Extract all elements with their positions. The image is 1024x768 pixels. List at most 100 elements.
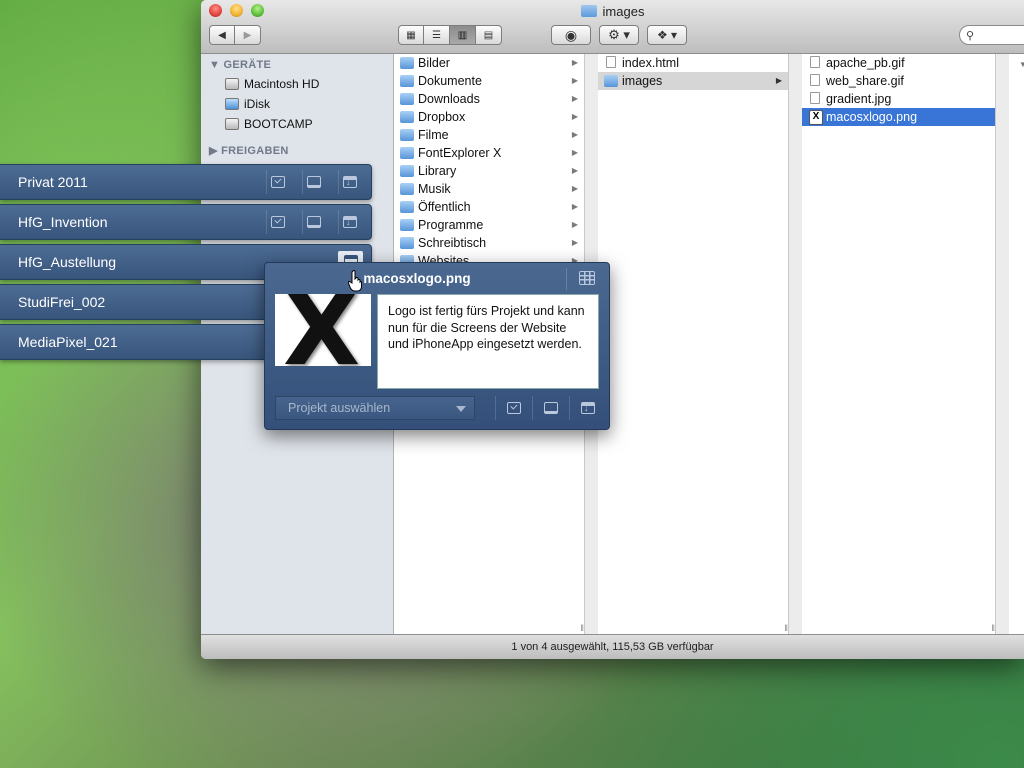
project-label: StudiFrei_002 [18, 294, 106, 310]
chevron-down-icon [456, 406, 466, 412]
list-item[interactable]: Musik ▶ [394, 180, 584, 198]
item-label: Programme [418, 218, 484, 232]
list-item[interactable]: Dokumente ▶ [394, 72, 584, 90]
status-text: 1 von 4 ausgewählt, 115,53 GB verfügbar [511, 641, 714, 653]
monitor-icon [544, 402, 558, 414]
sidebar-item-macintosh-hd[interactable]: Macintosh HD [225, 77, 319, 91]
download-icon [343, 216, 357, 228]
icon-view-button[interactable]: ▦ [398, 25, 424, 45]
list-view-button[interactable]: ☰ [424, 25, 450, 45]
disclosure-arrow-icon: ▶ [571, 112, 578, 121]
file-thumbnail: X [275, 294, 371, 366]
disclosure-arrow-icon: ▶ [571, 184, 578, 193]
dropbox-icon: ❖ ▾ [656, 28, 678, 42]
grid-icon[interactable] [579, 271, 595, 285]
sidebar-section-devices[interactable]: ▼ GERÄTE [209, 59, 271, 71]
folder-icon [400, 75, 414, 87]
quicklook-eye-icon: ◉ [564, 26, 578, 43]
list-item[interactable]: Downloads ▶ [394, 90, 584, 108]
project-item-hfg-invention[interactable]: HfG_Invention [0, 204, 372, 240]
disclosure-arrow-icon: ▶ [775, 76, 782, 85]
list-item[interactable]: Library ▶ [394, 162, 584, 180]
list-item[interactable]: web_share.gif [802, 72, 995, 90]
forward-icon: ▶ [243, 29, 252, 41]
project-monitor-button[interactable] [302, 210, 325, 234]
list-item[interactable]: FontExplorer X ▶ [394, 144, 584, 162]
disclosure-arrow-icon: ▶ [571, 148, 578, 157]
project-download-button[interactable] [338, 210, 361, 234]
list-item[interactable]: images ▶ [598, 72, 788, 90]
column-resize-handle[interactable]: ǁ [580, 623, 584, 633]
sidebar-section-label: FREIGABEN [221, 145, 289, 157]
popup-monitor-button[interactable] [532, 396, 569, 420]
project-select[interactable]: Projekt auswählen [275, 396, 475, 420]
project-item-privat-2011[interactable]: Privat 2011 [0, 164, 372, 200]
list-item[interactable]: Filme ▶ [394, 126, 584, 144]
download-icon [581, 402, 595, 414]
file-info-popup: macosxlogo.png X Logo ist fertig fürs Pr… [264, 262, 610, 430]
folder-icon [400, 147, 414, 159]
folder-icon [400, 219, 414, 231]
list-item[interactable]: apache_pb.gif [802, 54, 995, 72]
sidebar-item-label: iDisk [244, 97, 270, 111]
item-label: images [622, 74, 663, 88]
action-menu-button[interactable]: ⚙ ▾ [599, 25, 639, 45]
item-label: Öffentlich [418, 200, 471, 214]
column-images: apache_pb.gif web_share.gif gradient.jpg… [802, 54, 996, 635]
list-item[interactable]: Dropbox ▶ [394, 108, 584, 126]
list-item[interactable]: Xmacosxlogo.png [802, 108, 995, 126]
dropbox-menu-button[interactable]: ❖ ▾ [647, 25, 687, 45]
popup-divider [566, 268, 567, 290]
project-monitor-button[interactable] [302, 170, 325, 194]
popup-check-button[interactable] [495, 396, 532, 420]
sidebar-section-shared[interactable]: ▶ FREIGABEN [209, 144, 289, 157]
item-label: Filme [418, 128, 449, 142]
list-item[interactable]: Schreibtisch ▶ [394, 234, 584, 252]
list-item[interactable]: index.html [598, 54, 788, 72]
quicklook-button[interactable]: ◉ [551, 25, 591, 45]
column-resize-handle[interactable]: ǁ [991, 623, 995, 633]
list-item[interactable]: Bilder ▶ [394, 54, 584, 72]
list-item[interactable]: Öffentlich ▶ [394, 198, 584, 216]
column-arrow-icon: ▼ [1019, 60, 1024, 69]
project-download-button[interactable] [338, 170, 361, 194]
folder-icon [400, 129, 414, 141]
folder-icon [400, 183, 414, 195]
project-check-button[interactable] [266, 210, 289, 234]
column-view-button[interactable]: ▥ [450, 25, 476, 45]
column-resize-handle[interactable]: ǁ [784, 623, 788, 633]
folder-icon [400, 93, 414, 105]
popup-download-button[interactable] [569, 396, 606, 420]
file-note-text[interactable]: Logo ist fertig fürs Projekt und kann nu… [377, 294, 599, 389]
project-check-button[interactable] [266, 170, 289, 194]
sidebar-item-bootcamp[interactable]: BOOTCAMP [225, 117, 313, 131]
sidebar-item-label: Macintosh HD [244, 77, 320, 91]
disclosure-arrow-icon: ▶ [571, 220, 578, 229]
monitor-icon [307, 176, 321, 188]
disclosure-arrow-icon: ▶ [571, 130, 578, 139]
project-select-placeholder: Projekt auswählen [288, 401, 391, 415]
gear-icon: ⚙ ▾ [608, 27, 630, 42]
item-label: Dokumente [418, 74, 482, 88]
list-item[interactable]: Programme ▶ [394, 216, 584, 234]
search-input[interactable]: ⚲ [959, 25, 1024, 45]
hard-disk-icon [225, 118, 239, 130]
disclosure-arrow-icon: ▶ [571, 76, 578, 85]
forward-button[interactable]: ▶ [235, 25, 261, 45]
project-label: Privat 2011 [18, 174, 88, 190]
column-empty: ▼ [1009, 54, 1024, 635]
icon-view-icon: ▦ [406, 29, 416, 41]
sidebar-item-idisk[interactable]: iDisk [225, 97, 270, 111]
list-view-icon: ☰ [432, 29, 441, 41]
hand-cursor-icon [348, 270, 362, 292]
disclosure-arrow-icon: ▶ [571, 202, 578, 211]
folder-icon [400, 237, 414, 249]
folder-icon [580, 5, 597, 17]
column-view-icon: ▥ [457, 29, 468, 41]
image-file-icon [810, 92, 820, 104]
window-title-text: images [602, 4, 645, 19]
coverflow-button[interactable]: ▤ [476, 25, 502, 45]
list-item[interactable]: gradient.jpg [802, 90, 995, 108]
mac-os-x-logo-icon: X [283, 294, 361, 366]
back-button[interactable]: ◀ [209, 25, 235, 45]
